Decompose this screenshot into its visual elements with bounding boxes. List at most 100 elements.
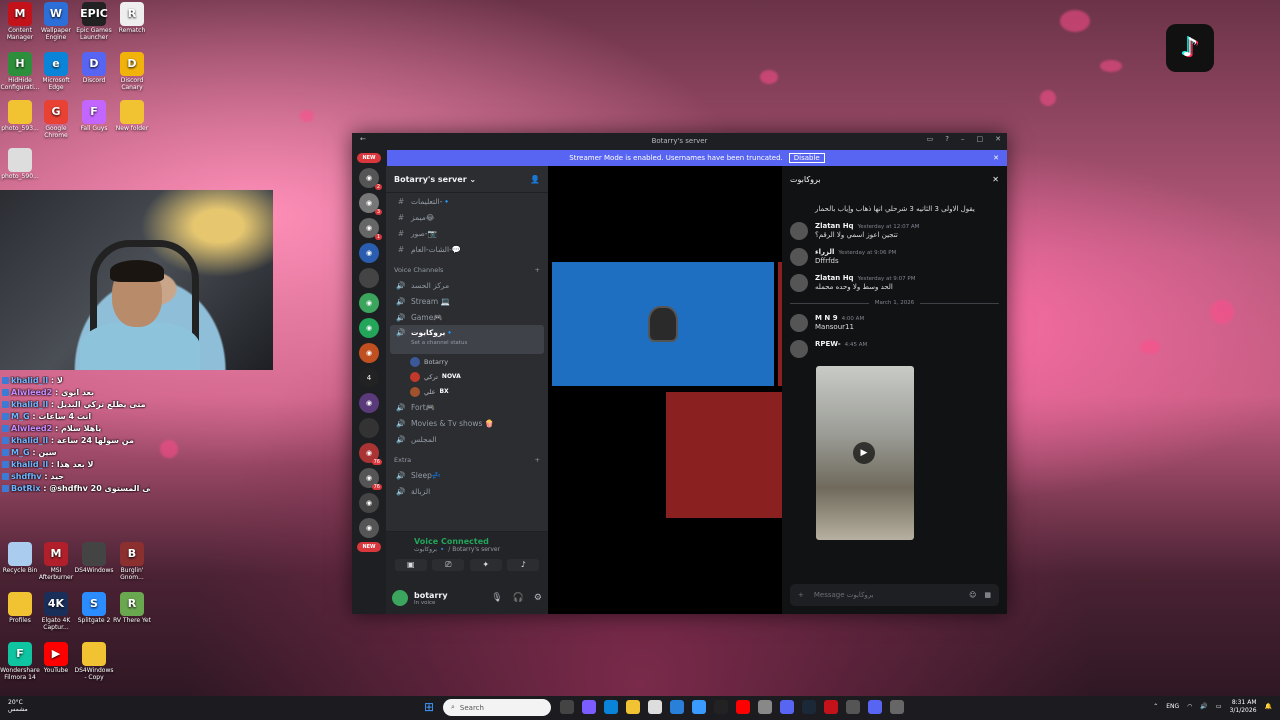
desktop-icon[interactable]: G Google Chrome	[36, 100, 76, 140]
apps-icon[interactable]: ▦	[984, 591, 991, 599]
emoji-icon[interactable]: ☺	[969, 591, 976, 599]
share-screen-button[interactable]: ⎚	[432, 559, 465, 571]
desktop-icon[interactable]: D Discord Canary	[112, 52, 152, 92]
server-icon[interactable]: ◉	[359, 318, 379, 338]
desktop-icon[interactable]: F Wondershare Filmora 14	[0, 642, 40, 682]
voice-user[interactable]: علي BX	[386, 384, 548, 399]
language-indicator[interactable]: ENG	[1166, 703, 1179, 710]
edge-icon[interactable]	[604, 700, 618, 714]
banner-close-icon[interactable]: ✕	[993, 154, 999, 162]
server-icon[interactable]: ◉ 76	[359, 468, 382, 490]
add-channel-icon[interactable]: +	[535, 456, 540, 464]
channel-item[interactable]: 🔊 Movies & Tv shows 🍿	[386, 415, 548, 431]
desktop-icon[interactable]: New folder	[112, 100, 152, 133]
wifi-icon[interactable]: ◠	[1187, 703, 1192, 710]
app-icon[interactable]	[824, 700, 838, 714]
add-attachment-icon[interactable]: +	[798, 591, 804, 599]
server-icon[interactable]: ◉ 2	[359, 168, 382, 190]
channel-item[interactable]: 🔊 الزبالة	[386, 483, 548, 499]
soundboard-button[interactable]: ♪	[507, 559, 540, 571]
avatar[interactable]	[790, 340, 808, 358]
desktop-icon[interactable]: H HidHide Configurati...	[0, 52, 40, 92]
channel-status[interactable]: Set a channel status	[411, 340, 467, 346]
chat-close-icon[interactable]: ✕	[992, 175, 999, 184]
avatar[interactable]	[790, 274, 808, 292]
message-author[interactable]: الزراء	[815, 248, 834, 256]
desktop-icon[interactable]: EPIC Epic Games Launcher	[74, 2, 114, 42]
desktop-icon[interactable]: 4K Elgato 4K Captur...	[36, 592, 76, 632]
desktop-icon[interactable]: B Burglin' Gnom...	[112, 542, 152, 582]
maximize-button[interactable]: □	[977, 135, 984, 143]
desktop-icon[interactable]: R RV There Yet	[112, 592, 152, 625]
category-voice-channels[interactable]: Voice Channels +	[386, 263, 548, 277]
obs-icon[interactable]	[714, 700, 728, 714]
desktop-icon[interactable]: e Microsoft Edge	[36, 52, 76, 92]
channel-active-voice[interactable]: 🔊 بروكابوت🔹 Set a channel status	[390, 325, 544, 354]
settings-gear-icon[interactable]: ⚙	[534, 593, 542, 603]
desktop-icon[interactable]: F Fall Guys	[74, 100, 114, 133]
help-icon[interactable]: ?	[945, 135, 949, 143]
server-icon[interactable]: ◉	[359, 493, 379, 513]
inbox-icon[interactable]: ▭	[927, 135, 934, 143]
server-icon[interactable]: ◉	[359, 243, 379, 263]
desktop-icon[interactable]: photo_590...	[0, 148, 40, 181]
minimize-button[interactable]: –	[961, 135, 965, 143]
message-author[interactable]: Zlatan Hq	[815, 222, 854, 230]
channel-item[interactable]: 🔊 Game🎮	[386, 309, 548, 325]
search-box[interactable]: ⌕ Search	[443, 699, 551, 716]
desktop-icon[interactable]: photo_593...	[0, 100, 40, 133]
photos-icon[interactable]	[692, 700, 706, 714]
desktop-icon[interactable]: D Discord	[74, 52, 114, 85]
server-icon[interactable]: ◉	[359, 393, 379, 413]
desktop-icon[interactable]: Recycle Bin	[0, 542, 40, 575]
desktop-icon[interactable]: M MSI Afterburner	[36, 542, 76, 582]
channel-item[interactable]: 🔊 Sleep💤	[386, 467, 548, 483]
video-attachment[interactable]: ▶	[816, 366, 914, 540]
server-icon[interactable]: ◉ 76	[359, 443, 382, 465]
discord-icon[interactable]	[780, 700, 794, 714]
play-icon[interactable]: ▶	[853, 442, 875, 464]
weather-widget[interactable]: 20°C مشمس	[8, 699, 28, 713]
volume-icon[interactable]: 🔊	[1200, 703, 1207, 710]
desktop-icon[interactable]: M Content Manager	[0, 2, 40, 42]
server-icon[interactable]: ◉	[359, 343, 379, 363]
server-icon[interactable]	[359, 418, 379, 438]
mail-icon[interactable]	[670, 700, 684, 714]
message-author[interactable]: RPEW-	[815, 340, 841, 348]
steam-icon[interactable]	[802, 700, 816, 714]
channel-item[interactable]: # التعليمات-🔹	[386, 193, 548, 209]
headphones-icon[interactable]: 🎧	[513, 593, 524, 603]
channel-item[interactable]: 🔊 Fort🎮	[386, 399, 548, 415]
server-header[interactable]: Botarry's server ⌄ 👤	[386, 166, 548, 193]
channel-item[interactable]: 🔊 Stream 💻	[386, 293, 548, 309]
server-icon[interactable]: ◉	[359, 518, 379, 538]
participant-tile[interactable]	[552, 262, 774, 386]
avatar[interactable]	[790, 222, 808, 240]
channel-item[interactable]: 🔊 المجلس	[386, 431, 548, 447]
add-channel-icon[interactable]: +	[535, 266, 540, 274]
store-icon[interactable]	[648, 700, 662, 714]
settings-icon[interactable]	[758, 700, 772, 714]
task-view-icon[interactable]	[560, 700, 574, 714]
server-icon[interactable]: ◉	[359, 293, 379, 313]
channel-item[interactable]: # الشات-العام-💬	[386, 241, 548, 257]
desktop-icon[interactable]: S Splitgate 2	[74, 592, 114, 625]
desktop-icon[interactable]: W Wallpaper Engine	[36, 2, 76, 42]
server-icon[interactable]: ◉ 3	[359, 193, 382, 215]
app-icon[interactable]	[890, 700, 904, 714]
back-arrow-icon[interactable]: ←	[360, 135, 366, 143]
desktop-icon[interactable]: R Rematch	[112, 2, 152, 35]
voice-user[interactable]: Botarry	[386, 354, 548, 369]
copilot-icon[interactable]	[582, 700, 596, 714]
youtube-icon[interactable]	[736, 700, 750, 714]
server-icon[interactable]	[359, 268, 379, 288]
channel-item[interactable]: # صور-📷	[386, 225, 548, 241]
server-icon[interactable]: 4	[359, 368, 379, 388]
desktop-icon[interactable]: DS4Windows - Copy	[74, 642, 114, 682]
channel-item[interactable]: 🔊 مركز الحسد	[386, 277, 548, 293]
voice-user[interactable]: تركي NOVA	[386, 369, 548, 384]
disable-button[interactable]: Disable	[788, 153, 825, 163]
battery-icon[interactable]: ▭	[1216, 703, 1222, 710]
desktop-icon[interactable]: Profiles	[0, 592, 40, 625]
desktop-icon[interactable]: ▶ YouTube	[36, 642, 76, 675]
